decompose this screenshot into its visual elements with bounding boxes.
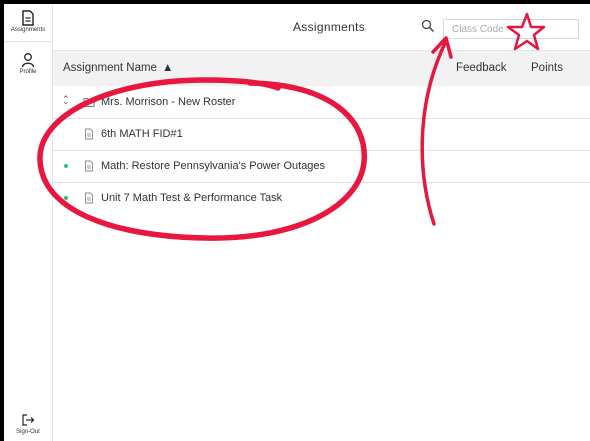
sidebar-item-profile[interactable]: Profile: [4, 52, 52, 75]
file-icon: [85, 160, 93, 172]
new-indicator-dot: [64, 164, 68, 168]
file-icon: [85, 128, 93, 140]
search-icon[interactable]: [421, 19, 435, 33]
table-row-folder[interactable]: ⌃ ⌄ Mrs. Morrison - New Roster: [53, 87, 590, 119]
file-icon: [85, 192, 93, 204]
top-header: Assignments: [53, 4, 590, 51]
column-header-feedback: Feedback: [456, 62, 507, 74]
sidebar-item-signout[interactable]: Sign-Out: [4, 412, 52, 435]
column-header-points: Points: [531, 62, 563, 74]
column-header-label: Assignment Name: [63, 62, 157, 75]
expand-collapse-icon[interactable]: ⌃ ⌄: [62, 94, 70, 116]
row-label: Unit 7 Math Test & Performance Task: [101, 192, 283, 204]
new-indicator-dot: [64, 196, 68, 200]
person-icon: [21, 53, 35, 68]
sort-ascending-icon: ▲: [161, 62, 174, 74]
sign-out-icon: [22, 414, 35, 426]
table-header: Assignment Name ▲ Feedback Points: [53, 51, 590, 86]
sidebar-item-label: Assignments: [10, 27, 46, 33]
table-row[interactable]: 6th MATH FID#1: [53, 119, 590, 151]
sidebar-item-label: Profile: [19, 69, 37, 75]
document-icon: [22, 10, 34, 26]
sidebar: Assignments Profile Sign-Out: [4, 4, 53, 441]
page-title: Assignments: [293, 20, 365, 34]
folder-icon: [83, 98, 95, 107]
sidebar-item-assignments[interactable]: Assignments: [4, 4, 52, 42]
row-label: Mrs. Morrison - New Roster: [101, 96, 236, 108]
row-label: 6th MATH FID#1: [101, 128, 183, 140]
column-header-assignment-name[interactable]: Assignment Name ▲: [63, 62, 173, 74]
sidebar-item-label: Sign-Out: [16, 429, 40, 435]
row-label: Math: Restore Pennsylvania's Power Outag…: [101, 160, 326, 172]
app-window: Assignments Profile Sign-Out Assignments: [4, 4, 590, 441]
class-code-input[interactable]: [443, 19, 579, 39]
table-row[interactable]: Unit 7 Math Test & Performance Task: [53, 183, 590, 214]
table-row[interactable]: Math: Restore Pennsylvania's Power Outag…: [53, 151, 590, 183]
